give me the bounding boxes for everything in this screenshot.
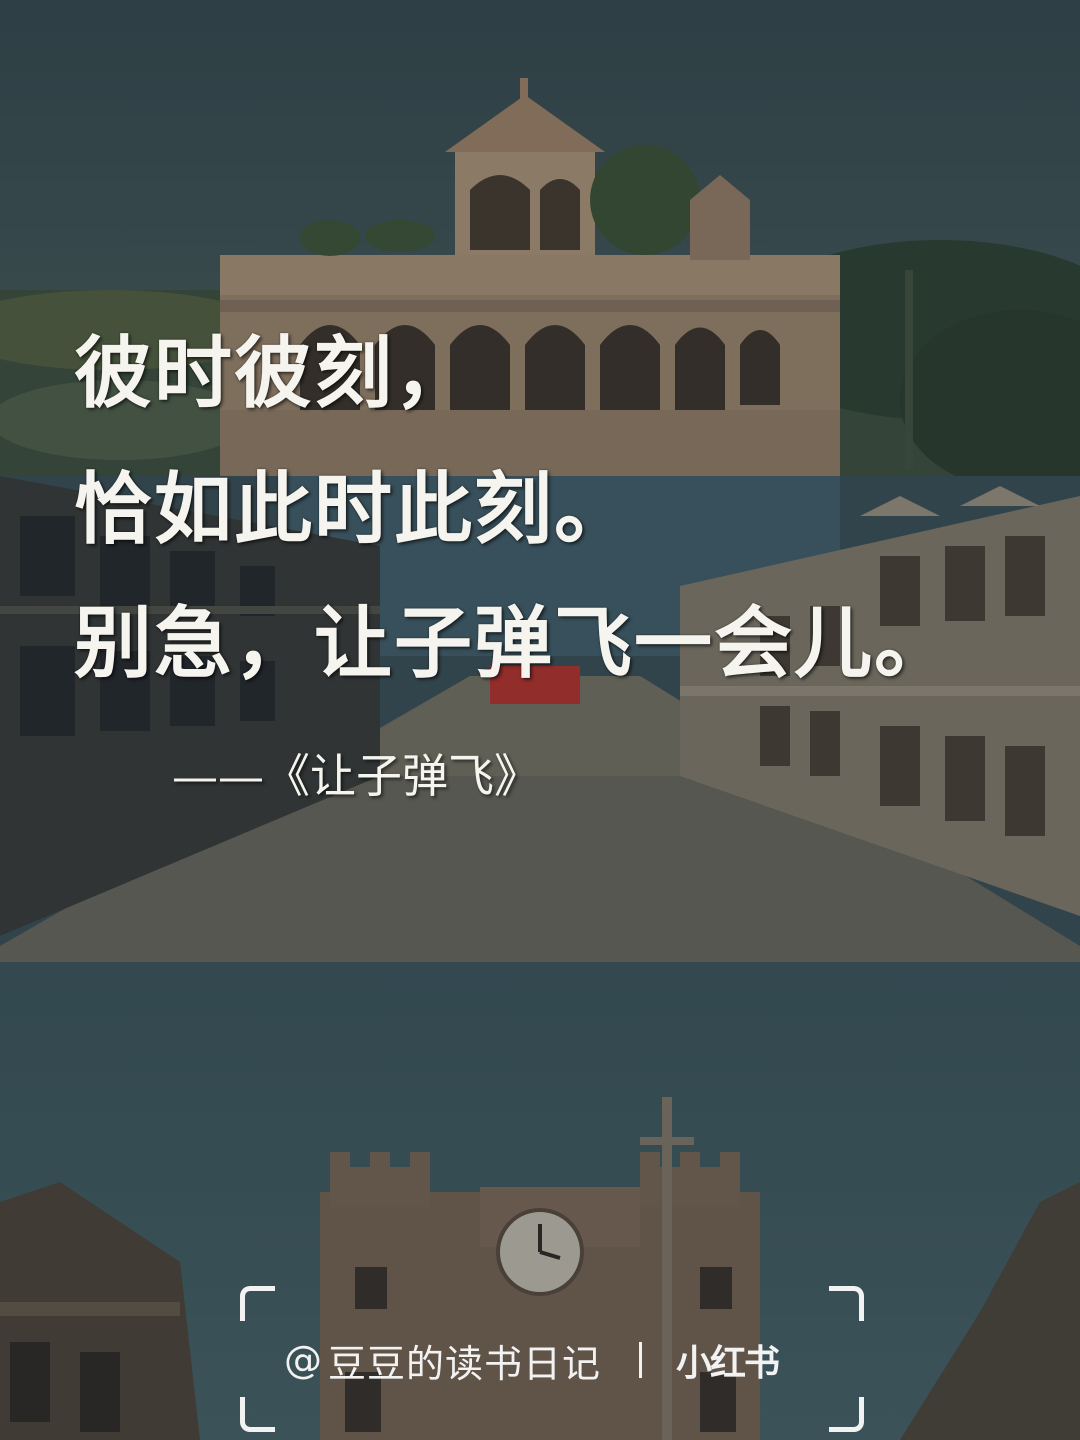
at-symbol: @ (284, 1338, 322, 1382)
author-name: 豆豆的读书日记 (328, 1341, 602, 1386)
frame-corner-bottom-right (829, 1397, 864, 1432)
watermark-row: @ 豆豆的读书日记 小红书 (284, 1336, 780, 1386)
quote-attribution: ——《让子弹飞》 (172, 749, 540, 803)
frame-corner-top-left (240, 1286, 275, 1321)
movie-quote: 彼时彼刻， 恰如此时此刻。 别急，让子弹飞一会儿。 ——《让子弹飞》 (0, 0, 1080, 1440)
quote-line-2: 恰如此时此刻。 (74, 464, 635, 555)
author-watermark: @ 豆豆的读书日记 小红书 (240, 1286, 864, 1432)
frame-corner-bottom-left (240, 1397, 275, 1432)
frame-corner-top-right (829, 1286, 864, 1321)
quote-line-3: 别急，让子弹飞一会儿。 (74, 598, 955, 689)
quote-line-1: 彼时彼刻， (74, 328, 475, 419)
brand-logo: 小红书 (676, 1343, 780, 1384)
watermark-divider (639, 1342, 643, 1378)
